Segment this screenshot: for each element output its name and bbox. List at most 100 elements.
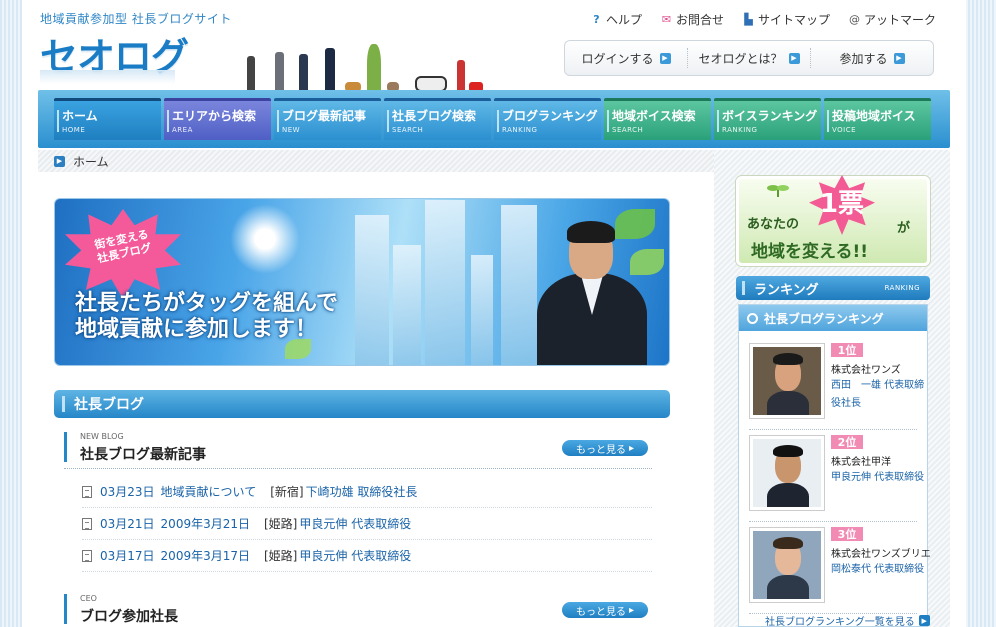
ceo-list-kicker: CEO — [80, 594, 97, 603]
nav-tab[interactable]: エリアから検索 AREA — [164, 98, 271, 140]
ranking-header: ランキング RANKING — [736, 276, 930, 300]
arrow-right-icon: ▶ — [893, 52, 905, 64]
divider — [749, 521, 917, 522]
login-button-label: ログインする — [581, 51, 654, 66]
divider — [749, 429, 917, 430]
nav-tab-label: エリアから検索 — [172, 109, 257, 123]
arrow-right-icon: ▶ — [918, 615, 930, 626]
nav-tab-sublabel: RANKING — [502, 126, 538, 134]
nav-tab[interactable]: ボイスランキング RANKING — [714, 98, 821, 140]
ranking-item[interactable]: 2位株式会社甲洋 甲良元伸 代表取締役 — [749, 435, 924, 517]
rank-badge: 2位 — [831, 435, 863, 449]
header-figures-illustration — [237, 40, 487, 92]
post-title-link[interactable]: 地域貢献について — [161, 483, 257, 500]
contact-link[interactable]: ✉ お問合せ — [660, 11, 724, 28]
ceo-ranking-subheader: 社長ブログランキング — [739, 305, 927, 331]
nav-tab[interactable]: 社長ブログ検索 SEARCH — [384, 98, 491, 140]
ceo-photo[interactable] — [749, 527, 825, 603]
ceo-ranking-box: 社長ブログランキング 1位 株式会社ワンズ 西田 一雄 代表取締役社長 2位株式会社甲… — [738, 304, 931, 627]
hero-headline-line1: 社長たちがタッグを組んで — [75, 291, 338, 316]
nav-tab[interactable]: ブログランキング RANKING — [494, 98, 601, 140]
ranking-ceo-name-link[interactable]: 甲良元伸 代表取締役 — [831, 469, 927, 487]
page: 地域貢献参加型 社長ブログサイト セオログ ? ヘルプ ✉ お問合せ ▙ サイト… — [22, 0, 966, 627]
triangle-right-icon: ▸ — [628, 604, 635, 616]
join-button-label: 参加する — [839, 51, 888, 66]
section-title: 社長ブログ — [74, 397, 144, 413]
ranking-item[interactable]: 1位 株式会社ワンズ 西田 一雄 代表取締役社長 — [749, 343, 924, 425]
nav-tab-label: ブログ最新記事 — [282, 109, 367, 123]
rank-badge: 1位 — [831, 343, 863, 357]
businessman-illustration — [537, 221, 647, 365]
ceo-more-label: もっと見る — [575, 606, 626, 618]
ceo-photo[interactable] — [749, 343, 825, 419]
latest-more-button[interactable]: もっと見る ▸ — [562, 440, 648, 456]
sun-flare — [230, 204, 300, 274]
sitemap-icon: ▙ — [744, 13, 753, 26]
join-button[interactable]: 参加する ▶ — [811, 48, 933, 68]
login-button[interactable]: ログインする ▶ — [565, 48, 688, 68]
latest-posts-header: NEW BLOG 社長ブログ最新記事 もっと見る ▸ — [64, 430, 648, 466]
help-link[interactable]: ? ヘルプ — [590, 11, 642, 28]
post-date-link[interactable]: 03月23日 — [100, 483, 155, 500]
nav-tab-sublabel: RANKING — [722, 126, 758, 134]
post-author-link[interactable]: 下崎功雄 取締役社長 — [306, 483, 418, 500]
post-date-link[interactable]: 03月21日 — [100, 515, 155, 532]
vote-ga: が — [897, 221, 911, 236]
post-author-link[interactable]: 甲良元伸 代表取締役 — [299, 515, 411, 532]
post-title-link[interactable]: 2009年3月17日 — [161, 547, 250, 564]
ranking-all-link[interactable]: 社長ブログランキング一覧を見る ▶ — [765, 613, 930, 627]
nav-tab-label: 地域ボイス検索 — [612, 109, 696, 123]
post-area: [新宿] — [270, 485, 304, 499]
post-author-link[interactable]: 甲良元伸 代表取締役 — [299, 547, 411, 564]
ranking-all-label: 社長ブログランキング一覧を見る — [765, 617, 915, 627]
nav-tab-sublabel: HOME — [62, 126, 86, 134]
site-tagline: 地域貢献参加型 社長ブログサイト — [40, 12, 232, 26]
ranking-item[interactable]: 3位 株式会社ワンズブリエ 岡松泰代 代表取締役 — [749, 527, 931, 609]
logo-reflection — [40, 70, 175, 84]
about-button[interactable]: セオログとは？ ▶ — [688, 48, 811, 68]
hero-banner[interactable]: 街を変える 社長ブログ 社長たちがタッグを組んで 地域貢献に参加します！ — [54, 198, 670, 366]
circle-icon — [747, 312, 758, 324]
post-area: [姫路] — [264, 549, 298, 563]
atmark-link-label: アットマーク — [863, 13, 936, 27]
account-subnav: ログインする ▶ セオログとは？ ▶ 参加する ▶ — [564, 40, 934, 76]
ceo-list-title: ブログ参加社長 — [80, 609, 178, 625]
vote-line1: あなたの — [747, 217, 800, 232]
ceo-more-button[interactable]: もっと見る ▸ — [562, 602, 648, 618]
arrow-right-icon: ▶ — [659, 52, 671, 64]
nav-tab-label: 投稿地域ボイス — [832, 109, 916, 123]
nav-tab[interactable]: 地域ボイス検索 SEARCH — [604, 98, 711, 140]
section-header-ceo-blog: 社長ブログ — [54, 390, 670, 418]
main-navigation: ホーム HOME エリアから検索 AREA ブログ最新記事 NEW 社長ブログ検索 SEARC… — [38, 90, 950, 148]
latest-more-label: もっと見る — [575, 444, 626, 456]
vote-banner[interactable]: 1票 あなたの が 地域を変える!! — [736, 175, 930, 266]
nav-tab-label: 社長ブログ検索 — [392, 109, 477, 123]
post-title-link[interactable]: 2009年3月21日 — [161, 515, 250, 532]
ceo-ranking-subtitle: 社長ブログランキング — [764, 311, 884, 326]
about-button-label: セオログとは？ — [698, 51, 783, 66]
ranking-ceo-name-link[interactable]: 西田 一雄 代表取締役社長 — [831, 377, 927, 413]
nav-tab[interactable]: 投稿地域ボイス VOICE — [824, 98, 931, 140]
document-icon — [82, 517, 92, 530]
post-date-link[interactable]: 03月17日 — [100, 547, 155, 564]
atmark-link[interactable]: @ アットマーク — [848, 11, 936, 28]
ranking-en-label: RANKING — [884, 284, 920, 292]
post-area: [姫路] — [264, 517, 298, 531]
nav-tab-sublabel: SEARCH — [392, 126, 424, 134]
ranking-ceo-name-link[interactable]: 岡松泰代 代表取締役 — [831, 561, 927, 579]
nav-tab[interactable]: ホーム HOME — [54, 98, 161, 140]
rank-badge: 3位 — [831, 527, 863, 541]
latest-posts-kicker: NEW BLOG — [80, 432, 124, 441]
hero-headline: 社長たちがタッグを組んで 地域貢献に参加します！ — [75, 291, 338, 344]
nav-tab-label: ホーム — [62, 109, 98, 123]
nav-tab-label: ボイスランキング — [722, 109, 818, 123]
nav-tab[interactable]: ブログ最新記事 NEW — [274, 98, 381, 140]
breadcrumb-home[interactable]: ホーム — [73, 153, 109, 170]
sitemap-link[interactable]: ▙ サイトマップ — [742, 11, 830, 28]
ranking-title: ランキング — [754, 282, 819, 298]
arrow-right-icon: ▶ — [54, 155, 65, 167]
ceo-photo[interactable] — [749, 435, 825, 511]
ranking-company: 株式会社甲洋 — [831, 457, 891, 468]
latest-posts-title: 社長ブログ最新記事 — [80, 447, 206, 463]
arrow-right-icon: ▶ — [788, 52, 800, 64]
